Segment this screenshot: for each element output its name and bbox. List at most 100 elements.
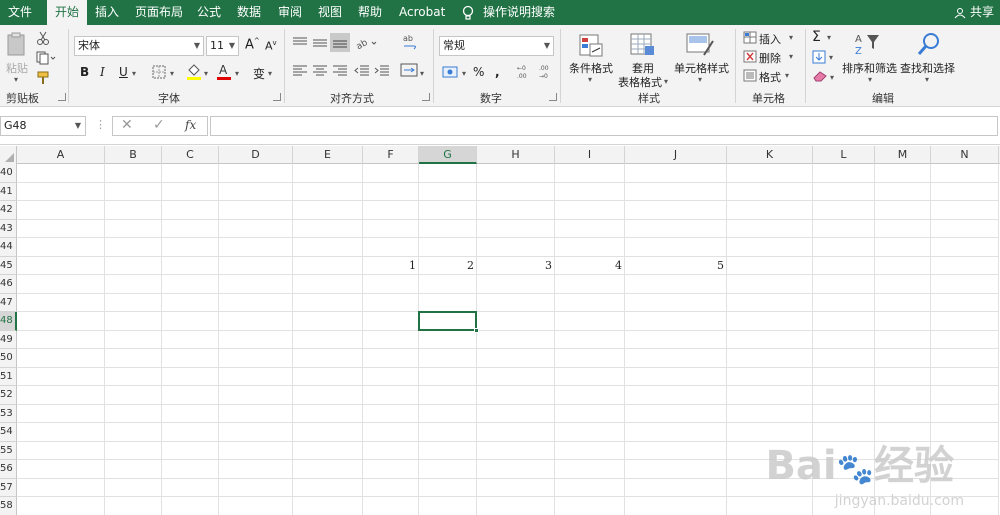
column-header-m[interactable]: M: [875, 146, 931, 164]
select-all-button[interactable]: [0, 146, 17, 164]
accounting-format-icon[interactable]: [442, 65, 460, 82]
row-header-43[interactable]: 43: [0, 219, 17, 238]
active-cell-highlight[interactable]: [418, 311, 477, 331]
row-header-54[interactable]: 54: [0, 423, 17, 442]
align-middle-icon[interactable]: [312, 37, 328, 52]
row-header-55[interactable]: 55: [0, 441, 17, 460]
font-launcher-icon[interactable]: [273, 93, 281, 101]
row-header-50[interactable]: 50: [0, 349, 17, 368]
border-dropdown[interactable]: ▾: [170, 69, 174, 78]
fill-icon[interactable]: [812, 50, 826, 67]
row-header-57[interactable]: 57: [0, 478, 17, 497]
column-header-b[interactable]: B: [105, 146, 162, 164]
tab-formulas[interactable]: 公式: [197, 0, 221, 25]
merge-center-icon[interactable]: [400, 63, 418, 80]
fill-dropdown[interactable]: ▾: [829, 53, 833, 62]
tell-me-search[interactable]: 操作说明搜索: [483, 0, 555, 25]
cancel-icon[interactable]: ✕: [121, 117, 133, 133]
tab-acrobat[interactable]: Acrobat: [399, 0, 445, 25]
alignment-launcher-icon[interactable]: [422, 93, 430, 101]
font-color-icon[interactable]: A: [216, 62, 232, 84]
decrease-indent-icon[interactable]: [354, 65, 370, 80]
format-as-table-icon[interactable]: [630, 33, 656, 60]
cell-styles-icon[interactable]: [686, 33, 716, 60]
find-select-button[interactable]: 查找和选择: [900, 60, 955, 76]
format-as-table-dropdown[interactable]: ▾: [664, 77, 668, 86]
row-header-53[interactable]: 53: [0, 404, 17, 423]
align-right-icon[interactable]: [332, 65, 348, 80]
tab-file[interactable]: 文件: [8, 0, 32, 25]
row-header-46[interactable]: 46: [0, 275, 17, 294]
bold-button[interactable]: B: [80, 65, 89, 79]
tab-data[interactable]: 数据: [237, 0, 261, 25]
column-header-i[interactable]: I: [555, 146, 625, 164]
format-painter-icon[interactable]: [36, 71, 50, 88]
format-as-table-button[interactable]: 表格格式: [618, 74, 662, 90]
font-color-dropdown[interactable]: ▾: [235, 69, 239, 78]
column-header-j[interactable]: J: [625, 146, 727, 164]
clear-icon[interactable]: [812, 70, 828, 85]
font-name-combo[interactable]: 宋体 ▼: [74, 36, 204, 56]
find-select-dropdown[interactable]: ▾: [925, 75, 929, 84]
decrease-font-button[interactable]: Av: [265, 39, 277, 53]
row-header-42[interactable]: 42: [0, 201, 17, 220]
row-header-44[interactable]: 44: [0, 238, 17, 257]
column-header-d[interactable]: D: [219, 146, 293, 164]
paste-dropdown[interactable]: ▾: [14, 75, 18, 84]
cut-icon[interactable]: [36, 31, 50, 48]
cell-g45[interactable]: 2: [419, 257, 477, 275]
column-header-e[interactable]: E: [293, 146, 363, 164]
format-cells-button[interactable]: 格式: [759, 69, 781, 85]
delete-cells-icon[interactable]: [743, 50, 757, 66]
column-header-a[interactable]: A: [17, 146, 105, 164]
comma-style-button[interactable]: ,: [495, 65, 500, 79]
cell-styles-button[interactable]: 单元格样式: [674, 60, 729, 76]
align-left-icon[interactable]: [292, 65, 308, 80]
row-header-47[interactable]: 47: [0, 293, 17, 312]
increase-font-button[interactable]: A^: [245, 37, 260, 52]
cell-i45[interactable]: 4: [555, 257, 625, 275]
tab-review[interactable]: 审阅: [278, 0, 302, 25]
decrease-decimal-icon[interactable]: .00 →0: [538, 63, 558, 82]
underline-dropdown[interactable]: ▾: [132, 69, 136, 78]
tab-view[interactable]: 视图: [318, 0, 342, 25]
worksheet-grid[interactable]: ABCDEFGHIJKLMN 40 41 42 43 44 45 46 47 48 49 50 51 5…: [0, 146, 1000, 515]
column-header-f[interactable]: F: [363, 146, 419, 164]
tab-insert[interactable]: 插入: [95, 0, 119, 25]
enter-icon[interactable]: ✓: [153, 117, 165, 133]
row-header-40[interactable]: 40: [0, 164, 17, 183]
accounting-dropdown[interactable]: ▾: [462, 69, 466, 78]
number-format-combo[interactable]: 常规 ▼: [439, 36, 554, 56]
delete-cells-button[interactable]: 删除: [759, 50, 781, 66]
insert-function-icon[interactable]: fx: [185, 118, 196, 132]
phonetic-dropdown[interactable]: ▾: [268, 69, 272, 78]
column-header-c[interactable]: C: [162, 146, 219, 164]
sort-filter-icon[interactable]: AZ: [854, 31, 882, 60]
phonetic-button[interactable]: 变: [253, 65, 265, 82]
underline-button[interactable]: U: [119, 65, 128, 79]
number-launcher-icon[interactable]: [549, 93, 557, 101]
more-options-icon[interactable]: ⋮: [95, 118, 106, 131]
row-header-58[interactable]: 58: [0, 497, 17, 515]
find-select-icon[interactable]: [916, 31, 942, 60]
cell-h45[interactable]: 3: [477, 257, 555, 275]
sort-filter-dropdown[interactable]: ▾: [868, 75, 872, 84]
insert-cells-icon[interactable]: [743, 31, 757, 47]
row-header-56[interactable]: 56: [0, 460, 17, 479]
column-header-g[interactable]: G: [419, 146, 477, 164]
format-cells-icon[interactable]: [743, 69, 757, 85]
conditional-format-icon[interactable]: [578, 33, 604, 62]
cell-j45[interactable]: 5: [625, 257, 727, 275]
paste-button[interactable]: 粘贴: [6, 60, 28, 76]
autosum-dropdown[interactable]: ▾: [827, 33, 831, 42]
align-bottom-icon[interactable]: [330, 33, 350, 52]
share-button[interactable]: 共享: [954, 0, 994, 25]
format-cells-dropdown[interactable]: ▾: [785, 71, 789, 80]
align-top-icon[interactable]: [292, 37, 308, 52]
row-header-48[interactable]: 48: [0, 312, 17, 331]
row-header-49[interactable]: 49: [0, 330, 17, 349]
insert-cells-dropdown[interactable]: ▾: [789, 33, 793, 42]
row-header-51[interactable]: 51: [0, 367, 17, 386]
copy-icon[interactable]: [36, 51, 56, 68]
conditional-format-dropdown[interactable]: ▾: [588, 75, 592, 84]
